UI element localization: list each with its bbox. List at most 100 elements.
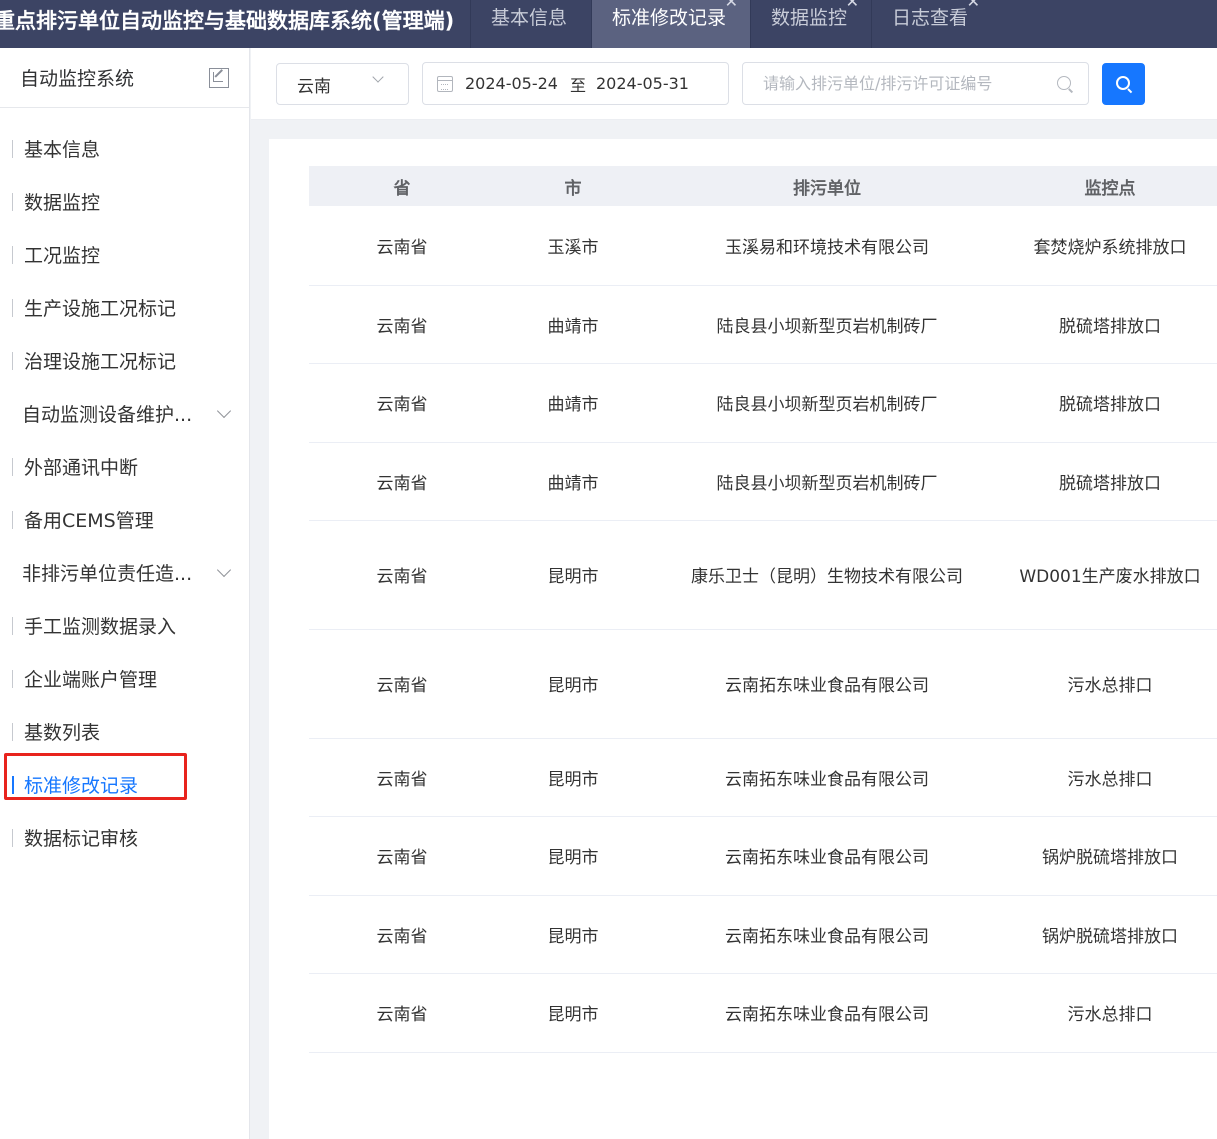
close-icon[interactable]: ✕ (725, 0, 738, 12)
table-cell: 脱硫塔排放口 (1003, 363, 1217, 443)
sidebar-item-label: 企业端账户管理 (24, 669, 158, 691)
item-marker (12, 776, 14, 794)
sidebar-item-enterprise-accounts[interactable]: 企业端账户管理 (0, 652, 249, 705)
table-cell: 云南省 (309, 520, 495, 630)
item-marker (12, 617, 13, 635)
item-marker (12, 246, 13, 264)
table-cell: 曲靖市 (495, 285, 651, 364)
sidebar-item-label: 手工监测数据录入 (24, 616, 177, 638)
table-cell: 云南省 (309, 206, 495, 286)
table-cell: 陆良县小坝新型页岩机制砖厂 (651, 363, 1003, 443)
item-marker (12, 140, 13, 158)
close-icon[interactable]: ✕ (846, 0, 859, 12)
table-cell: 云南省 (309, 629, 495, 739)
table-cell: 锅炉脱硫塔排放口 (1003, 816, 1217, 896)
tab-label: 数据监控 (771, 7, 848, 29)
content-card: 省 市 排污单位 监控点 云南省 玉溪市 玉溪易和环境技术有限公司 套焚烧炉系统… (269, 139, 1217, 1139)
table-row[interactable]: 云南省 曲靖市 陆良县小坝新型页岩机制砖厂 脱硫塔排放口 (309, 363, 1217, 443)
table-cell: 云南省 (309, 973, 495, 1053)
region-select[interactable]: 云南 (276, 63, 409, 105)
sidebar-menu: 基本信息 数据监控 工况监控 生产设施工况标记 治理设施工况标记 自动监测设备维… (0, 108, 249, 864)
column-header-monitoring-point[interactable]: 监控点 (1003, 166, 1217, 206)
close-icon[interactable]: ✕ (967, 0, 980, 12)
table-cell: 污水总排口 (1003, 738, 1217, 817)
item-marker (12, 511, 13, 529)
column-header-province[interactable]: 省 (309, 166, 495, 206)
table-cell: 云南拓东味业食品有限公司 (651, 816, 1003, 896)
table-cell: 云南省 (309, 895, 495, 974)
search-icon (1116, 76, 1130, 90)
sidebar-header: 自动监控系统 (0, 48, 249, 108)
table-cell: 昆明市 (495, 520, 651, 630)
table-row[interactable]: 云南省 昆明市 云南拓东味业食品有限公司 锅炉脱硫塔排放口 (309, 895, 1217, 974)
table-cell: 云南省 (309, 816, 495, 896)
table-cell: 云南拓东味业食品有限公司 (651, 973, 1003, 1053)
table-cell: 云南拓东味业食品有限公司 (651, 895, 1003, 974)
sidebar-item-condition-monitoring[interactable]: 工况监控 (0, 228, 249, 281)
table-cell: 云南拓东味业食品有限公司 (651, 629, 1003, 739)
sidebar-item-data-monitoring[interactable]: 数据监控 (0, 175, 249, 228)
date-range-picker[interactable]: 2024-05-24 至 2024-05-31 (422, 62, 729, 105)
sidebar-item-manual-data-entry[interactable]: 手工监测数据录入 (0, 599, 249, 652)
filter-bar: 云南 2024-05-24 至 2024-05-31 (251, 48, 1217, 120)
sidebar-item-basic-info[interactable]: 基本信息 (0, 122, 249, 175)
sidebar-item-comm-interruption[interactable]: 外部通讯中断 (0, 440, 249, 493)
tab-label: 日志查看 (892, 7, 969, 29)
table-cell: 脱硫塔排放口 (1003, 285, 1217, 364)
calendar-icon (437, 75, 453, 92)
top-bar: 重点排污单位自动监控与基础数据库系统(管理端) 基本信息 标准修改记录 ✕ 数据… (0, 0, 1217, 48)
sidebar-group-non-responsibility[interactable]: 非排污单位责任造... (0, 546, 249, 599)
table-cell: 昆明市 (495, 816, 651, 896)
table-cell: 昆明市 (495, 629, 651, 739)
table-row[interactable]: 云南省 玉溪市 玉溪易和环境技术有限公司 套焚烧炉系统排放口 (309, 206, 1217, 286)
column-header-city[interactable]: 市 (495, 166, 651, 206)
sidebar-item-standard-change-log[interactable]: 标准修改记录 (0, 758, 249, 811)
table-cell: 玉溪市 (495, 206, 651, 286)
search-icon (1057, 76, 1071, 90)
sidebar-item-base-list[interactable]: 基数列表 (0, 705, 249, 758)
tab-label: 标准修改记录 (612, 7, 727, 29)
tab-log-view[interactable]: 日志查看 ✕ (871, 0, 992, 48)
sidebar-item-label: 标准修改记录 (24, 775, 139, 797)
tab-basic-info[interactable]: 基本信息 (470, 0, 591, 48)
table-row[interactable]: 云南省 昆明市 云南拓东味业食品有限公司 污水总排口 (309, 738, 1217, 817)
sidebar-item-label: 数据监控 (24, 192, 101, 214)
table-cell: 云南省 (309, 442, 495, 521)
table-row[interactable]: 云南省 曲靖市 陆良县小坝新型页岩机制砖厂 脱硫塔排放口 (309, 442, 1217, 521)
sidebar-item-treatment-facility-mark[interactable]: 治理设施工况标记 (0, 334, 249, 387)
collapse-icon[interactable] (209, 67, 229, 88)
search-button[interactable] (1102, 63, 1145, 105)
date-start[interactable]: 2024-05-24 (465, 74, 558, 93)
tab-label: 基本信息 (491, 7, 568, 29)
chevron-down-icon (372, 71, 384, 83)
sidebar-group-equipment-maintenance[interactable]: 自动监测设备维护... (0, 387, 249, 440)
tab-standard-change-log[interactable]: 标准修改记录 ✕ (591, 0, 751, 48)
table-cell: 曲靖市 (495, 363, 651, 443)
table-row[interactable]: 云南省 昆明市 康乐卫士（昆明）生物技术有限公司 WD001生产废水排放口 (309, 520, 1217, 630)
date-end[interactable]: 2024-05-31 (596, 74, 689, 93)
table-cell: 玉溪易和环境技术有限公司 (651, 206, 1003, 286)
table-cell: 套焚烧炉系统排放口 (1003, 206, 1217, 286)
table-row[interactable]: 云南省 昆明市 云南拓东味业食品有限公司 污水总排口 (309, 629, 1217, 739)
sidebar-item-data-mark-review[interactable]: 数据标记审核 (0, 811, 249, 864)
sidebar-item-label: 生产设施工况标记 (24, 298, 177, 320)
sidebar-item-label: 非排污单位责任造... (22, 563, 193, 585)
search-input[interactable] (742, 62, 1089, 105)
item-marker (12, 670, 13, 688)
sidebar-item-label: 基本信息 (24, 139, 101, 161)
item-marker (12, 352, 13, 370)
sidebar-item-backup-cems[interactable]: 备用CEMS管理 (0, 493, 249, 546)
table-row[interactable]: 云南省 曲靖市 陆良县小坝新型页岩机制砖厂 脱硫塔排放口 (309, 285, 1217, 364)
region-select-value: 云南 (297, 76, 331, 97)
sidebar-item-label: 自动监测设备维护... (22, 404, 193, 426)
table-row[interactable]: 云南省 昆明市 云南拓东味业食品有限公司 锅炉脱硫塔排放口 (309, 816, 1217, 896)
column-header-unit[interactable]: 排污单位 (651, 166, 1003, 206)
sidebar-title: 自动监控系统 (20, 68, 135, 90)
sidebar-item-production-facility-mark[interactable]: 生产设施工况标记 (0, 281, 249, 334)
tab-data-monitoring[interactable]: 数据监控 ✕ (750, 0, 871, 48)
table-cell: 锅炉脱硫塔排放口 (1003, 895, 1217, 974)
chevron-down-icon (216, 562, 232, 577)
table-row[interactable]: 云南省 昆明市 云南拓东味业食品有限公司 污水总排口 (309, 973, 1217, 1053)
sidebar-item-label: 工况监控 (24, 245, 101, 267)
table-cell: 云南拓东味业食品有限公司 (651, 738, 1003, 817)
